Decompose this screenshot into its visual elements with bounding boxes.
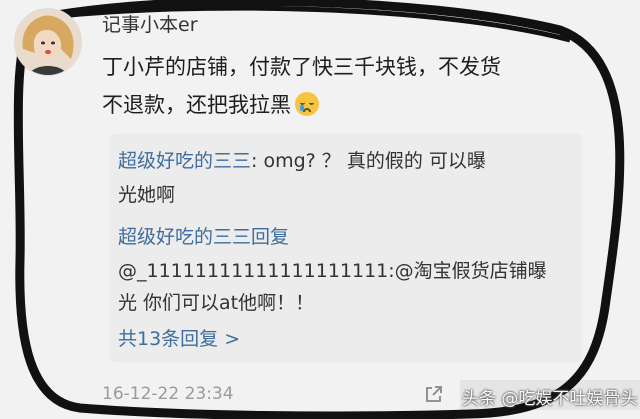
avatar[interactable] <box>14 8 82 76</box>
crying-face-icon <box>295 92 319 116</box>
username[interactable]: 记事小本er <box>102 10 198 37</box>
reply-author[interactable]: 超级好吃的三三 <box>118 150 251 172</box>
view-all-replies-link[interactable]: 共13条回复 > <box>118 324 240 351</box>
reply-item-1[interactable]: 超级好吃的三三: omg? ？ 真的假的 可以曝 <box>118 146 486 173</box>
post-text-line-2: 不退款，还把我拉黑 <box>102 86 602 124</box>
reply-text-continued: 光她啊 <box>118 184 176 206</box>
share-icon[interactable] <box>424 384 444 404</box>
post-timestamp: 16-12-22 23:34 <box>102 384 234 404</box>
watermark: 头条 @吃娱不吐娱骨头 <box>462 389 638 409</box>
reply-item-2-text-continued: 光 你们可以at他啊！！ <box>118 292 315 314</box>
reply-author[interactable]: 超级好吃的三三回复 <box>118 226 289 248</box>
reply-item-2-author[interactable]: 超级好吃的三三回复 <box>118 222 289 249</box>
avatar-portrait-icon <box>15 9 81 75</box>
post-text-line-1: 丁小芹的店铺，付款了快三千块钱，不发货 <box>102 55 501 79</box>
reply-text: : omg? ？ 真的假的 可以曝 <box>251 150 486 172</box>
reply-item-2-text: @_11111111111111111111:@淘宝假货店铺曝 <box>118 260 547 282</box>
post-text: 丁小芹的店铺，付款了快三千块钱，不发货 不退款，还把我拉黑 <box>102 48 602 124</box>
